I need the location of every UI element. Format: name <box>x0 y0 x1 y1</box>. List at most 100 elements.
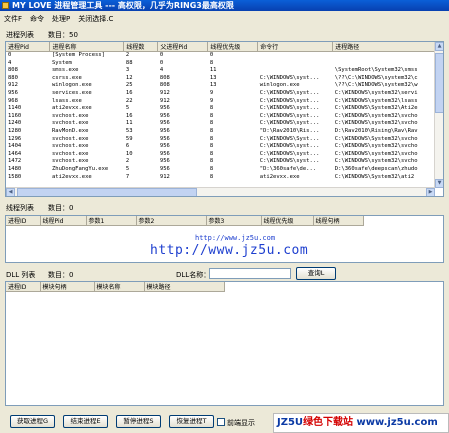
cell-pid: 1160 <box>8 112 22 119</box>
col-thread-priority[interactable]: 线程优先级 <box>261 216 314 226</box>
table-row[interactable]: 0 [System Process] 2 0 0 <box>6 52 443 60</box>
col-param1[interactable]: 参数1 <box>86 216 137 226</box>
cell-name: csrss.exe <box>51 74 82 81</box>
table-row[interactable]: 4 System 88 0 8 <box>6 59 443 68</box>
dll-name-input[interactable] <box>209 268 291 279</box>
scroll-thumb[interactable] <box>435 53 443 113</box>
menu-file[interactable]: 文件F <box>4 13 22 25</box>
suspend-process-button[interactable]: 暂停进程S <box>116 415 161 428</box>
cell-priority: 8 <box>209 150 214 157</box>
cell-priority: 13 <box>209 74 217 81</box>
brand-part3: www.jz5u.com <box>356 417 438 428</box>
cell-priority: 13 <box>209 82 217 89</box>
cell-cmdline: winlogon.exe <box>259 82 300 89</box>
cell-pid: 1464 <box>8 150 22 157</box>
dll-table-panel[interactable]: 进程ID 模块句柄 模块名称 模块路径 <box>5 281 444 406</box>
scroll-right-icon[interactable]: ▶ <box>426 188 435 196</box>
scroll-thumb[interactable] <box>17 188 197 196</box>
table-row[interactable]: 1296 svchost.exe 59 956 8 C:\WINDOWS\Syst... C… <box>6 135 443 144</box>
menu-close-selection[interactable]: 关闭选择.C <box>78 13 113 25</box>
table-row[interactable]: 1480 ZhuDongFangYu.exe 5 956 8 "D:\360safe\de… <box>6 165 443 174</box>
table-row[interactable]: 1140 ati2evxx.exe 5 956 8 C:\WINDOWS\syst... C… <box>6 105 443 113</box>
cell-path: C:\WINDOWS\system32\svcho <box>334 150 418 157</box>
scroll-up-icon[interactable]: ▲ <box>435 42 443 51</box>
cell-path: C:\WINDOWS\system32\svcho <box>334 112 418 119</box>
process-rows: 0 [System Process] 2 0 0 4 System 88 0 8 808 smss.e… <box>6 52 443 182</box>
cell-cmdline <box>258 67 333 75</box>
cell-path: C:\WINDOWS\system32\svcho <box>334 143 418 150</box>
menu-process[interactable]: 处理P <box>52 13 70 25</box>
cell-cmdline: C:\WINDOWS\syst... <box>259 89 320 96</box>
title-bar[interactable]: MY LOVE 进程管理工具 --- 高权限，几乎为RING3最高权限 <box>0 0 449 11</box>
col-param2[interactable]: 参数2 <box>136 216 207 226</box>
table-row[interactable]: 880 csrss.exe 12 808 13 C:\WINDOWS\syst... \??… <box>6 74 443 83</box>
table-row[interactable]: 968 lsass.exe 22 912 9 C:\WINDOWS\syst... C:\W… <box>6 97 443 106</box>
cell-parent-pid: 808 <box>159 74 170 81</box>
cell-parent-pid: 912 <box>159 173 170 180</box>
col-module-name[interactable]: 模块名称 <box>94 282 145 292</box>
col-dll-process-id[interactable]: 进程ID <box>6 282 41 292</box>
cell-name: ati2evxx.exe <box>51 173 92 180</box>
scroll-left-icon[interactable]: ◀ <box>6 188 15 196</box>
table-row[interactable]: 956 services.exe 16 912 9 C:\WINDOWS\syst... C… <box>6 89 443 98</box>
cell-name: RavMonD.exe <box>51 127 89 134</box>
cell-threads: 88 <box>125 59 133 66</box>
col-process-id[interactable]: 进程ID <box>6 216 41 226</box>
cell-parent-pid: 956 <box>159 150 170 157</box>
menu-command[interactable]: 命令 <box>30 13 44 25</box>
cell-pid: 1280 <box>8 127 22 134</box>
cell-path: C:\WINDOWS\System32\Ati2e <box>334 105 418 112</box>
col-thread-pid[interactable]: 线程Pid <box>40 216 87 226</box>
window-title: MY LOVE 进程管理工具 --- 高权限，几乎为RING3最高权限 <box>12 1 234 10</box>
table-row[interactable]: 1160 svchost.exe 16 956 8 C:\WINDOWS\syst... C… <box>6 112 443 121</box>
cell-parent-pid: 956 <box>159 127 170 134</box>
col-pid[interactable]: 进程Pid <box>6 42 51 52</box>
col-cmdline[interactable]: 命令行 <box>257 42 334 52</box>
table-row[interactable]: 1464 svchost.exe 10 956 8 C:\WINDOWS\syst... C… <box>6 150 443 159</box>
col-param3[interactable]: 参数3 <box>206 216 262 226</box>
table-row[interactable]: 912 winlogon.exe 25 808 13 winlogon.exe \??\C:… <box>6 82 443 90</box>
cell-cmdline: C:\WINDOWS\Syst... <box>259 135 320 142</box>
top-display-checkbox[interactable] <box>217 418 225 426</box>
cell-priority: 8 <box>209 135 214 142</box>
end-process-button[interactable]: 结束进程E <box>63 415 108 428</box>
cell-priority: 8 <box>209 105 214 112</box>
cell-parent-pid: 912 <box>159 97 170 104</box>
cell-threads: 6 <box>125 143 130 150</box>
cell-parent-pid: 912 <box>159 89 170 96</box>
col-module-handle[interactable]: 模块句柄 <box>40 282 95 292</box>
cell-priority: 9 <box>209 97 214 104</box>
scroll-down-icon[interactable]: ▼ <box>435 179 443 188</box>
cell-cmdline: ati2evxx.exe <box>259 173 300 180</box>
get-process-button[interactable]: 获取进程G <box>10 415 55 428</box>
col-parent-pid[interactable]: 父进程Pid <box>157 42 209 52</box>
table-row[interactable]: 1240 svchost.exe 11 956 8 C:\WINDOWS\syst... C… <box>6 120 443 128</box>
cell-path: \SystemRoot\System32\smss <box>334 67 418 74</box>
process-vscroll[interactable]: ▲ ▼ <box>434 42 443 188</box>
col-path[interactable]: 进程路径 <box>332 42 443 52</box>
table-row[interactable]: 1472 svchost.exe 2 956 8 C:\WINDOWS\syst... C:… <box>6 158 443 166</box>
process-hscroll[interactable]: ◀ ▶ <box>6 187 435 196</box>
table-row[interactable]: 1404 svchost.exe 6 956 8 C:\WINDOWS\syst... C:… <box>6 143 443 151</box>
col-threads[interactable]: 线程数 <box>123 42 159 52</box>
table-row[interactable]: 1280 RavMonD.exe 53 956 8 "D:\Rav2010\Ris... D… <box>6 127 443 136</box>
col-module-path[interactable]: 模块路径 <box>144 282 225 292</box>
cell-cmdline: C:\WINDOWS\syst... <box>259 74 320 81</box>
cell-name: svchost.exe <box>51 120 89 127</box>
resume-process-button[interactable]: 恢复进程T <box>169 415 214 428</box>
cell-pid: 1580 <box>8 173 22 180</box>
cell-name: ZhuDongFangYu.exe <box>51 165 109 172</box>
cell-parent-pid: 0 <box>159 59 164 66</box>
col-name[interactable]: 进程名称 <box>49 42 125 52</box>
cell-name: smss.exe <box>51 67 79 74</box>
thread-list-label: 线程列表 <box>6 204 34 212</box>
cell-parent-pid: 956 <box>159 158 170 165</box>
query-button[interactable]: 查询L <box>296 267 336 280</box>
col-thread-handle[interactable]: 线程句柄 <box>313 216 364 226</box>
cell-pid: 1472 <box>8 158 22 165</box>
col-priority[interactable]: 线程优先级 <box>207 42 259 52</box>
cell-parent-pid: 956 <box>159 143 170 150</box>
process-table-panel[interactable]: 进程Pid 进程名称 线程数 父进程Pid 线程优先级 命令行 进程路径 0 [S… <box>5 41 444 197</box>
table-row[interactable]: 808 smss.exe 3 4 11 \SystemRoot\System32\smss <box>6 67 443 75</box>
table-row[interactable]: 1580 ati2evxx.exe 7 912 8 ati2evxx.exe C:\WIND… <box>6 173 443 182</box>
